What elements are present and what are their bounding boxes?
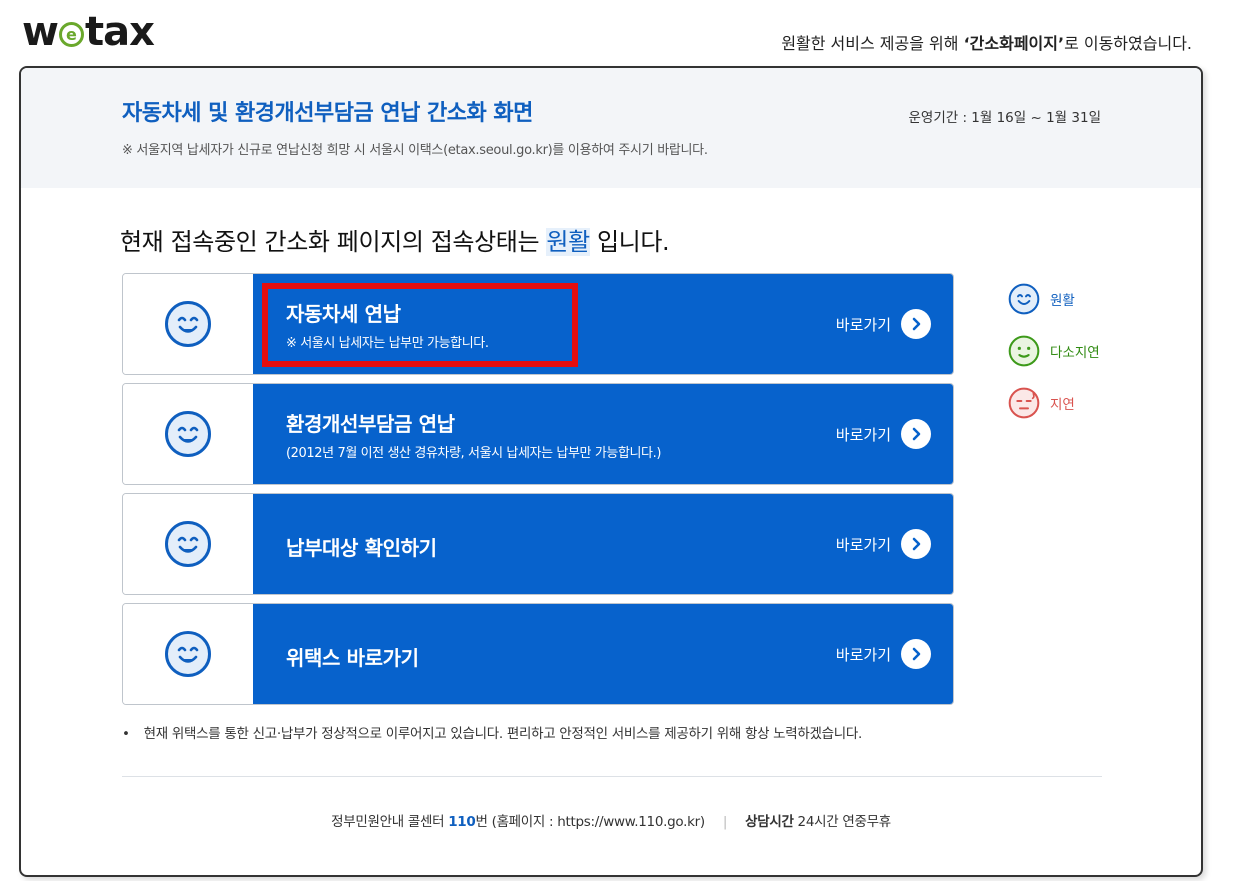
- go-button-label: 바로가기: [835, 425, 891, 444]
- status-face-cell: [123, 494, 253, 594]
- go-button[interactable]: 바로가기: [836, 639, 931, 669]
- callcenter-homepage: 번 (홈페이지 : https://www.110.go.kr): [475, 814, 705, 830]
- go-button-label: 바로가기: [835, 645, 891, 664]
- main-panel: 자동차세 및 환경개선부담금 연납 간소화 화면 ※ 서울지역 납세자가 신규로…: [19, 66, 1203, 877]
- divider: [122, 776, 1102, 777]
- redirect-notice-text: 원활한 서비스 제공을 위해: [781, 34, 964, 53]
- service-list: 자동차세 연납 ※ 서울시 납세자는 납부만 가능합니다. 바로가기 환경개선부…: [122, 273, 954, 713]
- service-title: 위택스 바로가기: [286, 646, 419, 670]
- chevron-right-icon: [901, 529, 931, 559]
- neutral-face-icon: [1008, 335, 1040, 367]
- smile-face-icon: [165, 411, 211, 457]
- status-face-cell: [123, 384, 253, 484]
- status-legend: 원활 다소지연 지연: [1008, 273, 1100, 429]
- redirect-notice: 원활한 서비스 제공을 위해 ‘간소화페이지’로 이동하였습니다.: [781, 30, 1192, 54]
- go-button-label: 바로가기: [835, 315, 891, 334]
- redirect-notice-bold: ‘간소화페이지’: [963, 34, 1065, 53]
- hours-label: 상담시간: [745, 814, 794, 830]
- panel-header: 자동차세 및 환경개선부담금 연납 간소화 화면 ※ 서울지역 납세자가 신규로…: [21, 68, 1201, 188]
- chevron-right-icon: [901, 309, 931, 339]
- status-text: 현재 접속중인 간소화 페이지의 접속상태는: [120, 228, 547, 256]
- legend-item-slight-delay: 다소지연: [1008, 325, 1100, 377]
- chevron-right-icon: [901, 639, 931, 669]
- callcenter-number: 110: [448, 814, 476, 830]
- service-row-wetax-link[interactable]: 위택스 바로가기 바로가기: [122, 603, 954, 705]
- service-card[interactable]: 환경개선부담금 연납 (2012년 7월 이전 생산 경유차량, 서울시 납세자…: [253, 384, 953, 484]
- service-title: 환경개선부담금 연납: [286, 412, 455, 436]
- service-card[interactable]: 위택스 바로가기 바로가기: [253, 604, 953, 704]
- page-title: 자동차세 및 환경개선부담금 연납 간소화 화면: [122, 101, 533, 126]
- service-row-env-charge[interactable]: 환경개선부담금 연납 (2012년 7월 이전 생산 경유차량, 서울시 납세자…: [122, 383, 954, 485]
- status-tail: 입니다.: [589, 228, 670, 256]
- logo-suffix: tax: [84, 9, 155, 55]
- service-row-car-tax[interactable]: 자동차세 연납 ※ 서울시 납세자는 납부만 가능합니다. 바로가기: [122, 273, 954, 375]
- go-button[interactable]: 바로가기: [836, 419, 931, 449]
- service-title: 납부대상 확인하기: [286, 536, 437, 560]
- hours-value: 24시간 연중무휴: [793, 814, 892, 830]
- service-desc: (2012년 7월 이전 생산 경유차량, 서울시 납세자는 납부만 가능합니다…: [286, 446, 662, 461]
- redirect-notice-tail: 로 이동하였습니다.: [1064, 34, 1192, 53]
- logo-e-icon: e: [58, 21, 84, 47]
- smile-face-icon: [165, 521, 211, 567]
- go-button[interactable]: 바로가기: [836, 529, 931, 559]
- smile-face-icon: [165, 631, 211, 677]
- operation-period: 운영기간 : 1월 16일 ~ 1월 31일: [908, 110, 1101, 126]
- connection-status: 현재 접속중인 간소화 페이지의 접속상태는 원활 입니다.: [120, 222, 670, 257]
- service-card[interactable]: 납부대상 확인하기 바로가기: [253, 494, 953, 594]
- go-button-label: 바로가기: [835, 535, 891, 554]
- callcenter-text: 정부민원안내 콜센터: [331, 814, 449, 830]
- service-card[interactable]: 자동차세 연납 ※ 서울시 납세자는 납부만 가능합니다. 바로가기: [253, 274, 953, 374]
- legend-label: 다소지연: [1050, 345, 1100, 361]
- legend-item-delay: 지연: [1008, 377, 1100, 429]
- legend-label: 원활: [1050, 293, 1075, 309]
- status-face-cell: [123, 604, 253, 704]
- footer: 정부민원안내 콜센터 110번 (홈페이지 : https://www.110.…: [21, 810, 1201, 830]
- annotation-highlight-box: [262, 283, 578, 367]
- status-face-cell: [123, 274, 253, 374]
- logo-prefix: w: [22, 9, 59, 55]
- footer-separator: |: [722, 814, 728, 830]
- chevron-right-icon: [901, 419, 931, 449]
- service-notice: 현재 위택스를 통한 신고·납부가 정상적으로 이루어지고 있습니다. 편리하고…: [122, 722, 863, 742]
- smile-face-icon: [1008, 283, 1040, 315]
- service-row-check-target[interactable]: 납부대상 확인하기 바로가기: [122, 493, 954, 595]
- smile-face-icon: [165, 301, 211, 347]
- legend-item-smooth: 원활: [1008, 273, 1100, 325]
- sad-face-icon: [1008, 387, 1040, 419]
- status-value: 원활: [546, 228, 590, 256]
- legend-label: 지연: [1050, 397, 1075, 413]
- page-subtitle: ※ 서울지역 납세자가 신규로 연납신청 희망 시 서울시 이택스(etax.s…: [122, 143, 708, 158]
- go-button[interactable]: 바로가기: [836, 309, 931, 339]
- wetax-logo[interactable]: w e tax: [22, 9, 155, 55]
